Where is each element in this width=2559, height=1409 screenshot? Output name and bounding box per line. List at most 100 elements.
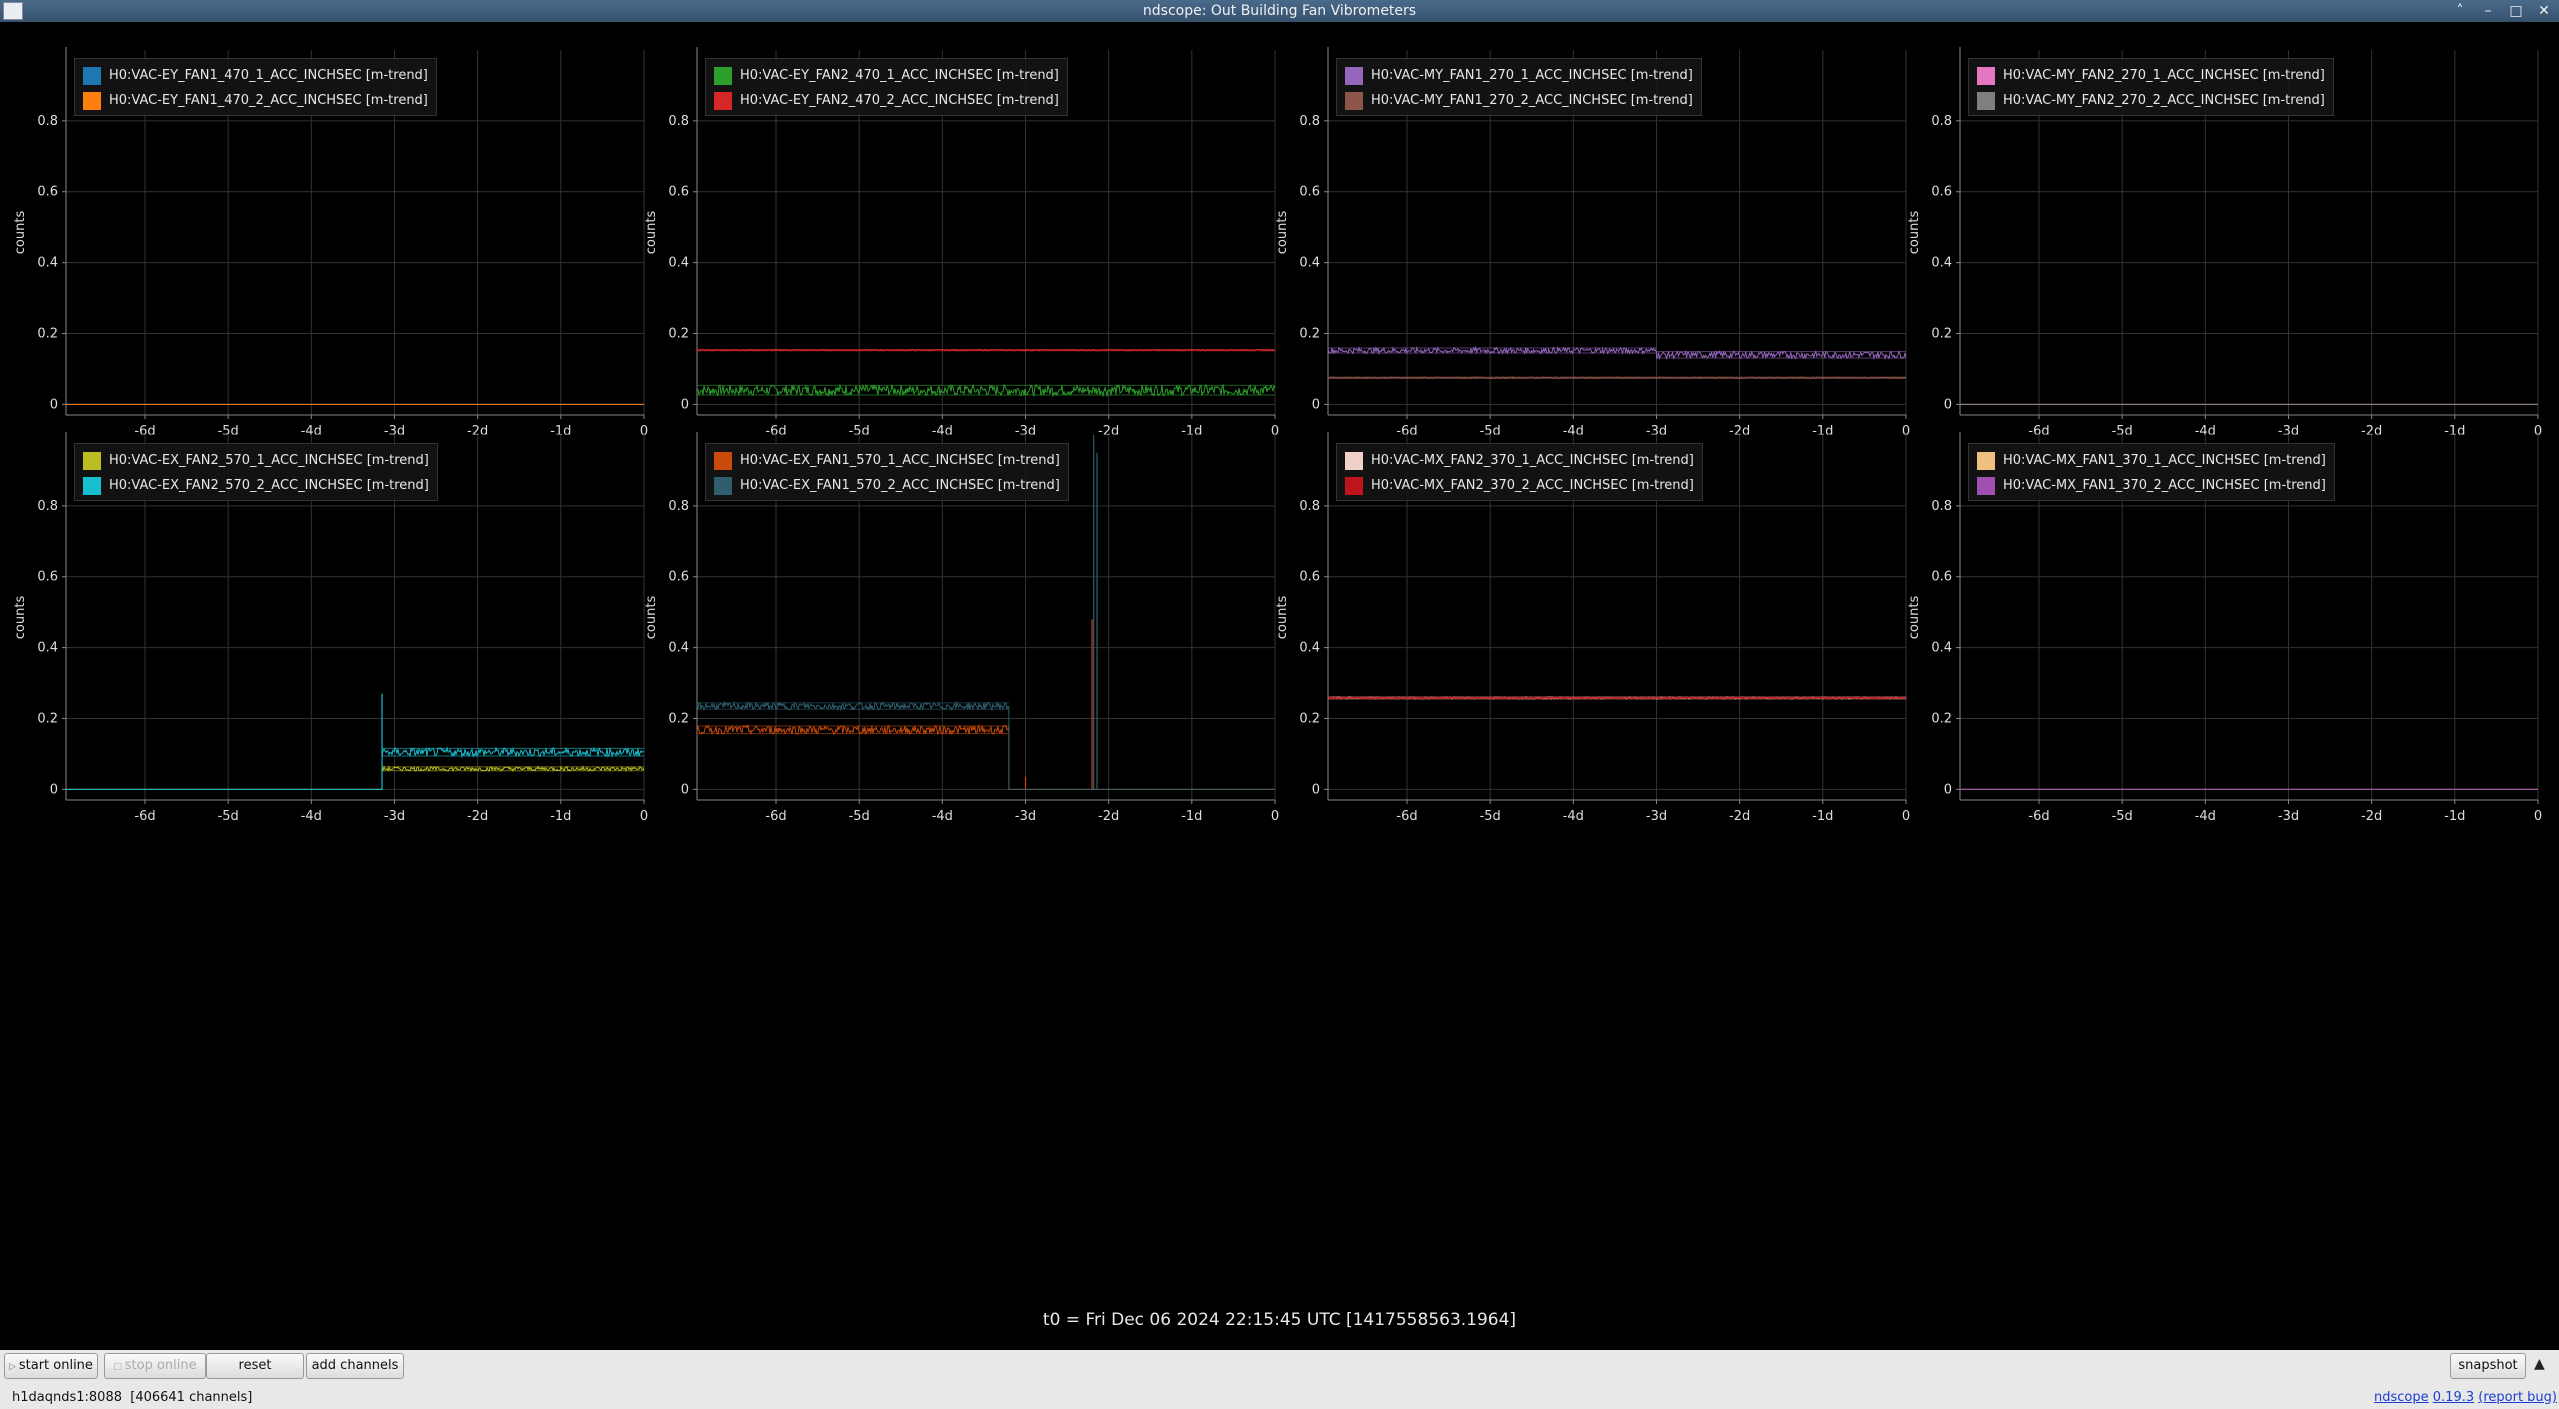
legend-item[interactable]: H0:VAC-EX_FAN2_570_1_ACC_INCHSEC [m-tren… [83, 448, 429, 473]
y-tick-label: 0.4 [668, 641, 689, 656]
version-link[interactable]: 0.19.3 [2433, 1390, 2474, 1405]
y-tick-label: 0 [681, 782, 689, 797]
x-tick-label: -5d [1480, 809, 1501, 824]
legend-label: H0:VAC-EY_FAN1_470_2_ACC_INCHSEC [m-tren… [109, 93, 428, 108]
close-icon[interactable]: ✕ [2535, 0, 2553, 22]
add-channels-button[interactable]: add channels [306, 1353, 404, 1379]
legend-swatch [1977, 91, 1995, 110]
y-axis-label: counts [644, 596, 659, 640]
y-tick-label: 0.4 [1299, 256, 1320, 271]
x-tick-label: -4d [301, 809, 322, 824]
ndscope-link[interactable]: ndscope [2374, 1390, 2429, 1405]
stop-icon: □ [113, 1362, 125, 1372]
y-tick-label: 0.2 [37, 326, 58, 341]
window-title: ndscope: Out Building Fan Vibrometers [1142, 3, 1417, 19]
shade-icon[interactable]: ˄ [2451, 0, 2469, 22]
reset-button[interactable]: reset [206, 1353, 304, 1379]
legend-item[interactable]: H0:VAC-MX_FAN1_370_1_ACC_INCHSEC [m-tren… [1977, 448, 2326, 473]
minimize-icon[interactable]: – [2479, 0, 2497, 22]
legend-item[interactable]: H0:VAC-MX_FAN2_370_1_ACC_INCHSEC [m-tren… [1345, 448, 1694, 473]
legend-item[interactable]: H0:VAC-EY_FAN2_470_2_ACC_INCHSEC [m-tren… [714, 88, 1059, 113]
y-tick-label: 0.2 [37, 711, 58, 726]
legend-item[interactable]: H0:VAC-MY_FAN1_270_2_ACC_INCHSEC [m-tren… [1345, 88, 1693, 113]
app-icon[interactable] [3, 2, 23, 20]
legend-label: H0:VAC-MX_FAN2_370_2_ACC_INCHSEC [m-tren… [1371, 478, 1694, 493]
report-bug-link[interactable]: (report bug) [2478, 1390, 2557, 1405]
legend-item[interactable]: H0:VAC-MY_FAN2_270_1_ACC_INCHSEC [m-tren… [1977, 63, 2325, 88]
legend-label: H0:VAC-MY_FAN2_270_2_ACC_INCHSEC [m-tren… [2003, 93, 2325, 108]
legend-swatch [714, 476, 732, 495]
plot-panel[interactable]: 0 0.2 0.4 0.6 0.8 -6d -5d -4d -3d -2d -1d 0 counts H0… [631, 407, 1279, 824]
y-axis-label: counts [1275, 596, 1290, 640]
y-tick-label: 0.4 [37, 641, 58, 656]
legend-item[interactable]: H0:VAC-EX_FAN1_570_1_ACC_INCHSEC [m-tren… [714, 448, 1060, 473]
server-label: h1daqnds1:8088 [12, 1390, 122, 1405]
legend-swatch [1345, 66, 1363, 85]
x-tick-label: -1d [2444, 809, 2465, 824]
plot-legend[interactable]: H0:VAC-MY_FAN1_270_1_ACC_INCHSEC [m-tren… [1336, 58, 1702, 116]
y-tick-label: 0.8 [668, 499, 689, 514]
x-tick-label: -2d [1098, 809, 1119, 824]
plot-panel[interactable]: 0 0.2 0.4 0.6 0.8 -6d -5d -4d -3d -2d -1d 0 counts H0… [0, 407, 648, 824]
legend-item[interactable]: H0:VAC-EY_FAN1_470_1_ACC_INCHSEC [m-tren… [83, 63, 428, 88]
t0-label: t0 = Fri Dec 06 2024 22:15:45 UTC [14175… [1042, 1310, 1517, 1330]
plot-panel[interactable]: 0 0.2 0.4 0.6 0.8 -6d -5d -4d -3d -2d -1d 0 counts H0… [1894, 407, 2542, 824]
legend-label: H0:VAC-EY_FAN2_470_1_ACC_INCHSEC [m-tren… [740, 68, 1059, 83]
legend-item[interactable]: H0:VAC-EY_FAN2_470_1_ACC_INCHSEC [m-tren… [714, 63, 1059, 88]
legend-label: H0:VAC-MX_FAN1_370_2_ACC_INCHSEC [m-tren… [2003, 478, 2326, 493]
plot-legend[interactable]: H0:VAC-EX_FAN2_570_1_ACC_INCHSEC [m-tren… [74, 443, 438, 501]
y-tick-label: 0 [1312, 782, 1320, 797]
plot-legend[interactable]: H0:VAC-MX_FAN2_370_1_ACC_INCHSEC [m-tren… [1336, 443, 1703, 501]
legend-swatch [714, 451, 732, 470]
x-tick-label: -1d [1812, 809, 1833, 824]
y-axis-label: counts [1907, 596, 1922, 640]
y-tick-label: 0.6 [1931, 185, 1952, 200]
window-titlebar: ndscope: Out Building Fan Vibrometers ˄ … [0, 0, 2559, 22]
legend-item[interactable]: H0:VAC-MX_FAN2_370_2_ACC_INCHSEC [m-tren… [1345, 473, 1694, 498]
legend-item[interactable]: H0:VAC-MX_FAN1_370_2_ACC_INCHSEC [m-tren… [1977, 473, 2326, 498]
snapshot-button[interactable]: snapshot [2450, 1353, 2526, 1379]
plot-panel[interactable]: 0 0.2 0.4 0.6 0.8 -6d -5d -4d -3d -2d -1d 0 counts H0… [631, 22, 1279, 439]
x-tick-label: -6d [134, 809, 155, 824]
legend-swatch [1345, 451, 1363, 470]
triangle-up-icon[interactable]: ▲ [2534, 1356, 2545, 1372]
legend-item[interactable]: H0:VAC-MY_FAN2_270_2_ACC_INCHSEC [m-tren… [1977, 88, 2325, 113]
plot-legend[interactable]: H0:VAC-MX_FAN1_370_1_ACC_INCHSEC [m-tren… [1968, 443, 2335, 501]
legend-item[interactable]: H0:VAC-MY_FAN1_270_1_ACC_INCHSEC [m-tren… [1345, 63, 1693, 88]
legend-label: H0:VAC-EX_FAN2_570_2_ACC_INCHSEC [m-tren… [109, 478, 429, 493]
plot-panel[interactable]: 0 0.2 0.4 0.6 0.8 -6d -5d -4d -3d -2d -1d 0 counts H0… [0, 22, 648, 439]
y-tick-label: 0.6 [37, 185, 58, 200]
y-axis-label: counts [1907, 211, 1922, 255]
legend-swatch [714, 91, 732, 110]
x-tick-label: -2d [467, 809, 488, 824]
y-tick-label: 0.4 [668, 256, 689, 271]
legend-label: H0:VAC-EY_FAN1_470_1_ACC_INCHSEC [m-tren… [109, 68, 428, 83]
legend-label: H0:VAC-MY_FAN2_270_1_ACC_INCHSEC [m-tren… [2003, 68, 2325, 83]
plot-legend[interactable]: H0:VAC-EY_FAN1_470_1_ACC_INCHSEC [m-tren… [74, 58, 437, 116]
legend-label: H0:VAC-EX_FAN1_570_2_ACC_INCHSEC [m-tren… [740, 478, 1060, 493]
y-tick-label: 0.8 [668, 114, 689, 129]
x-tick-label: -2d [1729, 809, 1750, 824]
y-tick-label: 0.8 [1931, 499, 1952, 514]
plot-legend[interactable]: H0:VAC-EY_FAN2_470_1_ACC_INCHSEC [m-tren… [705, 58, 1068, 116]
legend-label: H0:VAC-EX_FAN1_570_1_ACC_INCHSEC [m-tren… [740, 453, 1060, 468]
stop-online-button[interactable]: □ stop online [104, 1353, 206, 1379]
status-bar: h1daqnds1:8088 [406641 channels] ndscope… [0, 1387, 2559, 1409]
plot-legend[interactable]: H0:VAC-EX_FAN1_570_1_ACC_INCHSEC [m-tren… [705, 443, 1069, 501]
plot-panel[interactable]: 0 0.2 0.4 0.6 0.8 -6d -5d -4d -3d -2d -1d 0 counts H0… [1894, 22, 2542, 439]
legend-item[interactable]: H0:VAC-EY_FAN1_470_2_ACC_INCHSEC [m-tren… [83, 88, 428, 113]
plot-legend[interactable]: H0:VAC-MY_FAN2_270_1_ACC_INCHSEC [m-tren… [1968, 58, 2334, 116]
maximize-icon[interactable]: □ [2507, 0, 2525, 22]
y-tick-label: 0.8 [37, 499, 58, 514]
legend-item[interactable]: H0:VAC-EX_FAN1_570_2_ACC_INCHSEC [m-tren… [714, 473, 1060, 498]
plot-panel[interactable]: 0 0.2 0.4 0.6 0.8 -6d -5d -4d -3d -2d -1d 0 counts H0… [1262, 22, 1910, 439]
legend-label: H0:VAC-EX_FAN2_570_1_ACC_INCHSEC [m-tren… [109, 453, 429, 468]
x-tick-label: -6d [1396, 809, 1417, 824]
legend-item[interactable]: H0:VAC-EX_FAN2_570_2_ACC_INCHSEC [m-tren… [83, 473, 429, 498]
plot-panel[interactable]: 0 0.2 0.4 0.6 0.8 -6d -5d -4d -3d -2d -1d 0 counts H0… [1262, 407, 1910, 824]
y-tick-label: 0 [50, 782, 58, 797]
x-tick-label: -6d [2028, 809, 2049, 824]
y-tick-label: 0.2 [668, 711, 689, 726]
y-axis-label: counts [644, 211, 659, 255]
start-online-button[interactable]: ▷ start online [4, 1353, 98, 1379]
